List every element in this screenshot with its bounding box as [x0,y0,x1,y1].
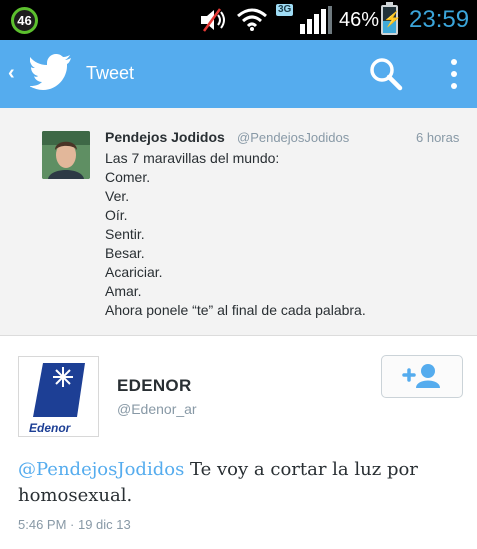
tweet-text: Las 7 maravillas del mundo: Comer. Ver. … [105,149,455,320]
tweet-line: Amar. [105,283,142,299]
tweet-line: Ahora ponele “te” al final de cada palab… [105,302,366,318]
tweet-line: Comer. [105,169,151,185]
status-bar: 46 3G 46% ⚡ 23:59 [0,0,477,40]
wifi-icon [237,8,267,31]
tweet-text: @PendejosJodidos Te voy a cortar la luz … [18,457,463,509]
author-handle[interactable]: @PendejosJodidos [237,130,349,145]
network-type-label: 3G [276,4,294,16]
battery-icon: ⚡ [381,2,402,35]
action-bar-title: Tweet [86,63,135,83]
tweet-line: Ver. [105,188,130,204]
tweet-line: Oír. [105,207,128,223]
author-name[interactable]: EDENOR [117,376,192,396]
mute-icon [201,8,225,32]
quoted-tweet[interactable]: Pendejos Jodidos @PendejosJodidos 6 hora… [0,108,477,336]
tweet-line: Besar. [105,245,145,261]
tweet-line: Las 7 maravillas del mundo: [105,150,280,166]
tweet-line: Acariciar. [105,264,163,280]
svg-text:Edenor: Edenor [29,421,72,435]
action-bar: ‹ Tweet [0,40,477,108]
mention-link[interactable]: @PendejosJodidos [18,459,184,480]
charging-bolt-icon: ⚡ [383,11,402,28]
status-clock: 23:59 [409,6,470,33]
notification-badge: 46 [11,7,38,34]
tweet-timestamp: 5:46 PM · 19 dic 13 [18,517,131,532]
avatar[interactable] [42,131,90,179]
user-photo-icon [42,131,90,179]
search-button[interactable] [366,54,406,94]
tweet-line: Sentir. [105,226,145,242]
follow-button[interactable] [381,355,463,398]
search-icon [370,58,403,91]
signal-icon [300,6,332,34]
edenor-logo: Edenor [19,357,98,436]
edenor-logo-avatar[interactable]: Edenor [18,356,99,437]
twitter-bird-icon[interactable] [30,54,72,90]
back-chevron-icon[interactable]: ‹ [8,62,15,85]
overflow-menu-icon[interactable] [444,54,464,94]
author-name[interactable]: Pendejos Jodidos [105,129,225,145]
tweet-time: 6 horas [416,130,460,145]
author-handle[interactable]: @Edenor_ar [117,401,197,417]
battery-percent: 46% [339,9,380,31]
add-user-icon [402,364,440,388]
